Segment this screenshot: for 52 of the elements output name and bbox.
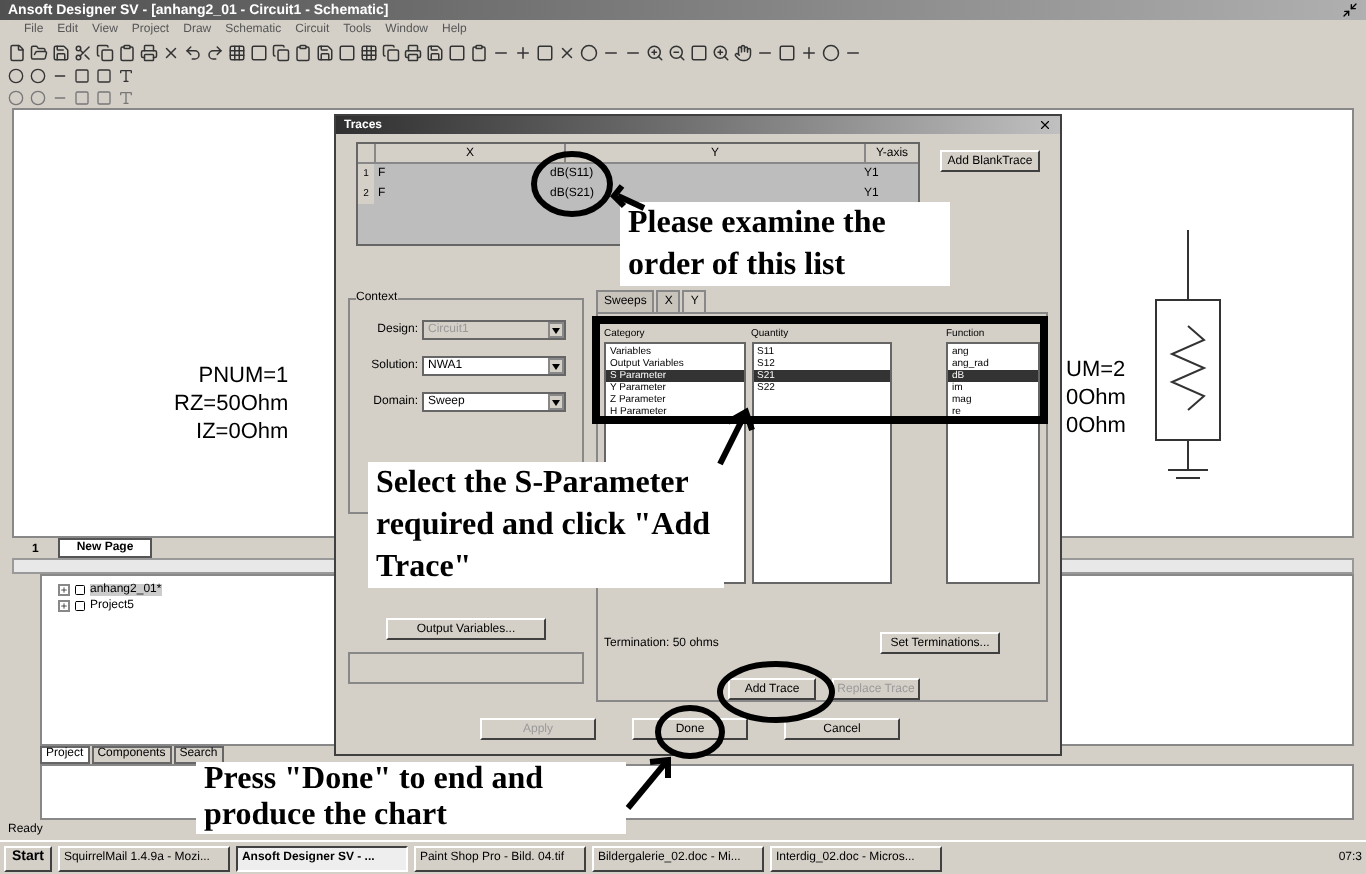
circle-mark bbox=[531, 151, 613, 217]
toolbar-icon[interactable] bbox=[448, 43, 466, 61]
toolbar-icon[interactable] bbox=[118, 43, 136, 61]
toolbar-icon[interactable] bbox=[646, 43, 664, 61]
toolbar-icon[interactable] bbox=[206, 43, 224, 61]
toolbar-icon[interactable] bbox=[536, 43, 554, 61]
port-label: RZ=50Ohm bbox=[174, 392, 289, 416]
close-icon[interactable] bbox=[1038, 118, 1052, 132]
toolbar-icon[interactable] bbox=[8, 43, 26, 61]
port-label: UM=2 bbox=[1066, 358, 1126, 382]
expand-icon[interactable] bbox=[58, 584, 70, 596]
toolbar-icon[interactable] bbox=[228, 43, 246, 61]
toolbar-icon[interactable] bbox=[74, 43, 92, 61]
toolbar-icon[interactable] bbox=[382, 43, 400, 61]
arrow bbox=[717, 407, 755, 466]
toolbar-icon[interactable] bbox=[294, 43, 312, 61]
toolbar-icon[interactable] bbox=[30, 43, 48, 61]
expand-icon[interactable] bbox=[58, 600, 70, 612]
annotation-text: Press "Done" to end and produce the chart bbox=[204, 762, 545, 834]
toolbar-icon[interactable] bbox=[338, 43, 356, 61]
annotation-text: Please examine the order of this list bbox=[628, 204, 888, 286]
port-label: PNUM=1 bbox=[198, 364, 289, 388]
toolbar-icon[interactable] bbox=[668, 43, 686, 61]
port-label: IZ=0Ohm bbox=[196, 420, 289, 444]
toolbar-icon[interactable] bbox=[470, 43, 488, 61]
draw-tool-icon[interactable] bbox=[118, 67, 134, 83]
dropdown-arrow-icon bbox=[548, 358, 564, 374]
toolbar-icon[interactable] bbox=[404, 43, 422, 61]
toolbar-icon[interactable] bbox=[734, 43, 752, 61]
arrow bbox=[610, 184, 646, 211]
toolbar-icon[interactable] bbox=[272, 43, 290, 61]
annotation-text: Select the S-Parameter required and click "Add Trace" bbox=[376, 464, 712, 588]
toolbar-icon[interactable] bbox=[712, 43, 730, 61]
toolbar-icon[interactable] bbox=[184, 43, 202, 61]
toolbar-icon[interactable] bbox=[162, 43, 180, 61]
toolbar-icon[interactable] bbox=[140, 43, 158, 61]
port-label: 0Ohm bbox=[1066, 386, 1126, 410]
toolbar-icon[interactable] bbox=[426, 43, 444, 61]
arrow bbox=[625, 756, 671, 810]
toolbar-icon[interactable] bbox=[558, 43, 576, 61]
window-controls-icon[interactable] bbox=[1342, 2, 1358, 18]
toolbar-icon[interactable] bbox=[690, 43, 708, 61]
toolbar-icon[interactable] bbox=[360, 43, 378, 61]
toolbar-icon[interactable] bbox=[800, 43, 818, 61]
toolbar-icon[interactable] bbox=[52, 43, 70, 61]
toolbar-icon[interactable] bbox=[96, 43, 114, 61]
toolbar-icon[interactable] bbox=[250, 43, 268, 61]
toolbar-icon[interactable] bbox=[514, 43, 532, 61]
port-label: 0Ohm bbox=[1066, 414, 1126, 438]
toolbar-icon[interactable] bbox=[316, 43, 334, 61]
dropdown-arrow-icon bbox=[548, 322, 564, 338]
dropdown-arrow-icon bbox=[548, 394, 564, 410]
